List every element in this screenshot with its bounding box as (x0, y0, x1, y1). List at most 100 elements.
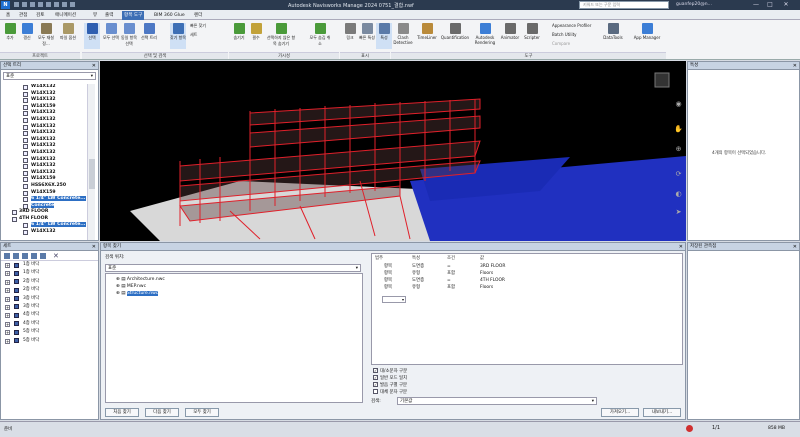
tree-item[interactable]: 3RD FLOOR (1, 209, 87, 216)
close-icon[interactable]: ✕ (92, 243, 96, 251)
links-button[interactable]: 링크 (342, 23, 358, 49)
set-item[interactable]: +1층 바닥 (1, 261, 98, 269)
search-option-checkbox[interactable]: ✓ 대/소문자 구분 (373, 368, 407, 374)
appearance-profiler-link[interactable]: Appearance Profiler (552, 23, 591, 28)
tab-view[interactable]: 뷰 (91, 11, 99, 20)
tree-item[interactable]: W14X132 (1, 84, 87, 91)
find-scope-dropdown[interactable]: 표준 ▾ (105, 264, 361, 272)
orbit-icon[interactable]: ⟳ (674, 170, 683, 179)
checkbox-icon[interactable]: ✓ (373, 375, 378, 380)
tree-list[interactable]: W14X132 W14X132 W14X132 W14X159 W14X132 W14X1… (1, 84, 87, 242)
properties-button[interactable]: 특성 (376, 23, 392, 49)
expand-icon[interactable]: + (5, 296, 10, 302)
tree-item[interactable]: W14X132 (1, 97, 87, 104)
tree-item[interactable]: W14X132 (1, 143, 87, 150)
refresh-icon[interactable] (62, 2, 67, 7)
app-logo-icon[interactable]: N (1, 1, 10, 9)
look-icon[interactable]: ◐ (674, 190, 683, 199)
tree-mode-dropdown[interactable]: 표준 ▾ (3, 72, 96, 80)
sets-list[interactable]: +1층 바닥 +1층 바닥 +2층 바닥 +2층 바닥 +3층 바닥 +3층 바닥 +4층 … (1, 261, 98, 345)
refresh-button[interactable]: 갱신 (19, 23, 35, 49)
search-mode-dropdown[interactable]: 기본값 ▾ (397, 397, 597, 405)
hide-button[interactable]: 숨기기 (231, 23, 247, 49)
tab-review[interactable]: 검토 (34, 11, 46, 20)
tree-item[interactable]: W14X132 (1, 130, 87, 137)
file-options-button[interactable]: 파일 옵션 (60, 23, 76, 49)
quick-properties-button[interactable]: 빠른 특성 (359, 23, 375, 49)
set-item[interactable]: +4층 바닥 (1, 320, 98, 328)
tab-output[interactable]: 출력 (103, 11, 115, 20)
condition-row[interactable]: 항목 도면층 = 3RD FLOOR (372, 264, 684, 271)
customize-icon[interactable] (70, 2, 75, 7)
set-item[interactable]: +5층 바닥 (1, 328, 98, 336)
search-input[interactable]: 키워드 또는 구문 입력 (579, 1, 669, 9)
compare-link[interactable]: Compare (552, 41, 570, 46)
print-icon[interactable] (46, 2, 51, 7)
condition-dropdown[interactable]: ▾ (382, 296, 406, 303)
open-icon[interactable] (14, 2, 19, 7)
expand-icon[interactable]: + (5, 330, 10, 336)
tree-item[interactable]: W14X132 (1, 110, 87, 117)
user-account[interactable]: guanfep20@n... (676, 2, 712, 7)
quantification-button[interactable]: Quantification (440, 23, 470, 49)
save-icon[interactable] (22, 2, 27, 7)
select-icon[interactable] (54, 2, 59, 7)
tab-animation[interactable]: 애니메이션 (53, 11, 78, 20)
file-item-architecture[interactable]: ⊕ ▤ Architecture.nwc (116, 277, 165, 282)
select-icon[interactable]: ➤ (674, 208, 683, 217)
close-icon[interactable]: ✕ (92, 62, 96, 70)
delete-icon[interactable]: ✕ (53, 252, 59, 260)
expand-icon[interactable]: + (5, 288, 10, 294)
batch-utility-link[interactable]: Batch Utility (552, 32, 577, 37)
tree-item[interactable]: W14X132 (1, 150, 87, 157)
expand-icon[interactable]: + (5, 263, 10, 268)
select-button[interactable]: 선택 (84, 23, 100, 49)
tree-scrollbar[interactable] (87, 84, 95, 240)
import-button[interactable]: 가져오기... (601, 408, 639, 417)
new-folder-icon[interactable] (22, 253, 28, 259)
hide-unselected-button[interactable]: 선택하지 않은 항목 숨기기 (266, 23, 296, 49)
pan-icon[interactable]: ✋ (674, 125, 683, 134)
datatools-button[interactable]: DataTools (602, 23, 624, 49)
app-manager-button[interactable]: App Manager (630, 23, 664, 49)
undo-icon[interactable] (30, 2, 35, 7)
close-icon[interactable]: ✕ (793, 62, 797, 70)
condition-row[interactable]: 항목 도면층 = 4TH FLOOR (372, 278, 684, 285)
tree-item[interactable]: W14X132 (1, 163, 87, 170)
select-all-button[interactable]: 모두 선택 (103, 23, 119, 49)
save-search-icon[interactable] (13, 253, 19, 259)
search-option-checkbox[interactable]: 대체 문자 구분 (373, 389, 407, 395)
tab-viewpoint[interactable]: 관점 (17, 11, 29, 20)
export-button[interactable]: 내보내기... (643, 408, 681, 417)
find-items-button[interactable]: 찾기 항목 (170, 23, 186, 49)
zoom-icon[interactable]: ⊕ (674, 145, 683, 154)
close-icon[interactable]: ✕ (793, 243, 797, 251)
tree-item[interactable]: W14X159 (1, 176, 87, 183)
selection-tree-button[interactable]: 선택 트리 (141, 23, 157, 49)
checkbox-icon[interactable]: ✓ (373, 368, 378, 373)
find-first-button[interactable]: 처음 찾기 (105, 408, 139, 417)
set-item[interactable]: +3층 바닥 (1, 295, 98, 303)
3d-viewport[interactable] (100, 61, 686, 241)
unhide-all-button[interactable]: 모두 숨김 취소 (308, 23, 332, 49)
set-item[interactable]: +3층 바닥 (1, 303, 98, 311)
search-option-checkbox[interactable]: ✓ 일반 모드 일치 (373, 375, 407, 381)
expand-icon[interactable]: + (5, 279, 10, 285)
set-item[interactable]: +5층 바닥 (1, 337, 98, 345)
close-button[interactable]: ✕ (780, 1, 792, 9)
expand-icon[interactable]: + (5, 304, 10, 310)
tree-item[interactable]: W14X132 (1, 229, 87, 236)
tab-bim360[interactable]: BIM 360 Glue (152, 11, 187, 20)
redo-icon[interactable] (38, 2, 43, 7)
file-item-mep[interactable]: ⊕ ▤ MEP.nwc (116, 284, 146, 289)
close-icon[interactable]: ✕ (679, 243, 683, 251)
save-selection-icon[interactable] (4, 253, 10, 259)
maximize-button[interactable]: □ (764, 1, 776, 9)
tree-item[interactable]: 6 1/4" LW Concrete... (1, 196, 87, 203)
tab-render[interactable]: 렌더 (192, 11, 204, 20)
set-item[interactable]: +4층 바닥 (1, 311, 98, 319)
autodesk-rendering-button[interactable]: Autodesk Rendering (472, 23, 498, 49)
append-button[interactable]: 추가 (2, 23, 18, 49)
set-item[interactable]: +2층 바닥 (1, 286, 98, 294)
steering-wheel-icon[interactable]: ◉ (674, 100, 683, 109)
